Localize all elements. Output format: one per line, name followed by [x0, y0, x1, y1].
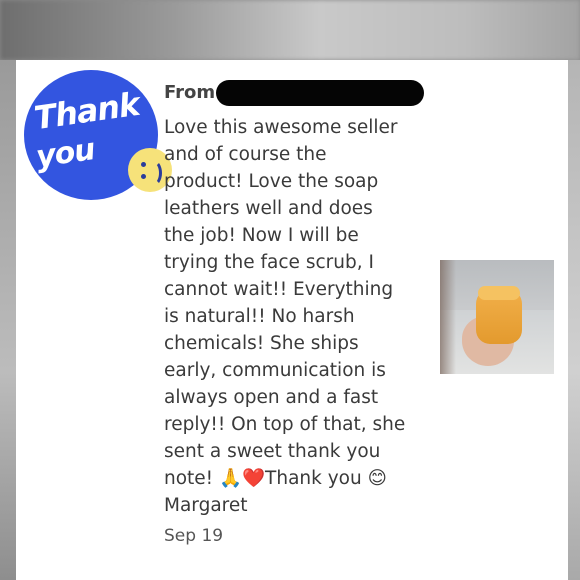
blurred-background-top [0, 0, 580, 60]
from-label: From [164, 82, 216, 103]
blurred-background-left [0, 60, 16, 580]
avatar-you-text: you [33, 132, 97, 175]
thank-you-avatar: Thank you [24, 70, 172, 200]
review-date: Sep 19 [164, 526, 224, 546]
photo-jar-lid [478, 286, 520, 300]
smiley-mouth [145, 160, 162, 186]
photo-shadow [440, 260, 456, 374]
review-photo-thumbnail[interactable] [440, 260, 554, 374]
blurred-background-right [568, 60, 580, 580]
avatar-thank-text: Thank [31, 84, 142, 138]
review-message: Love this awesome seller and of course t… [164, 117, 406, 516]
redacted-username [216, 80, 424, 106]
